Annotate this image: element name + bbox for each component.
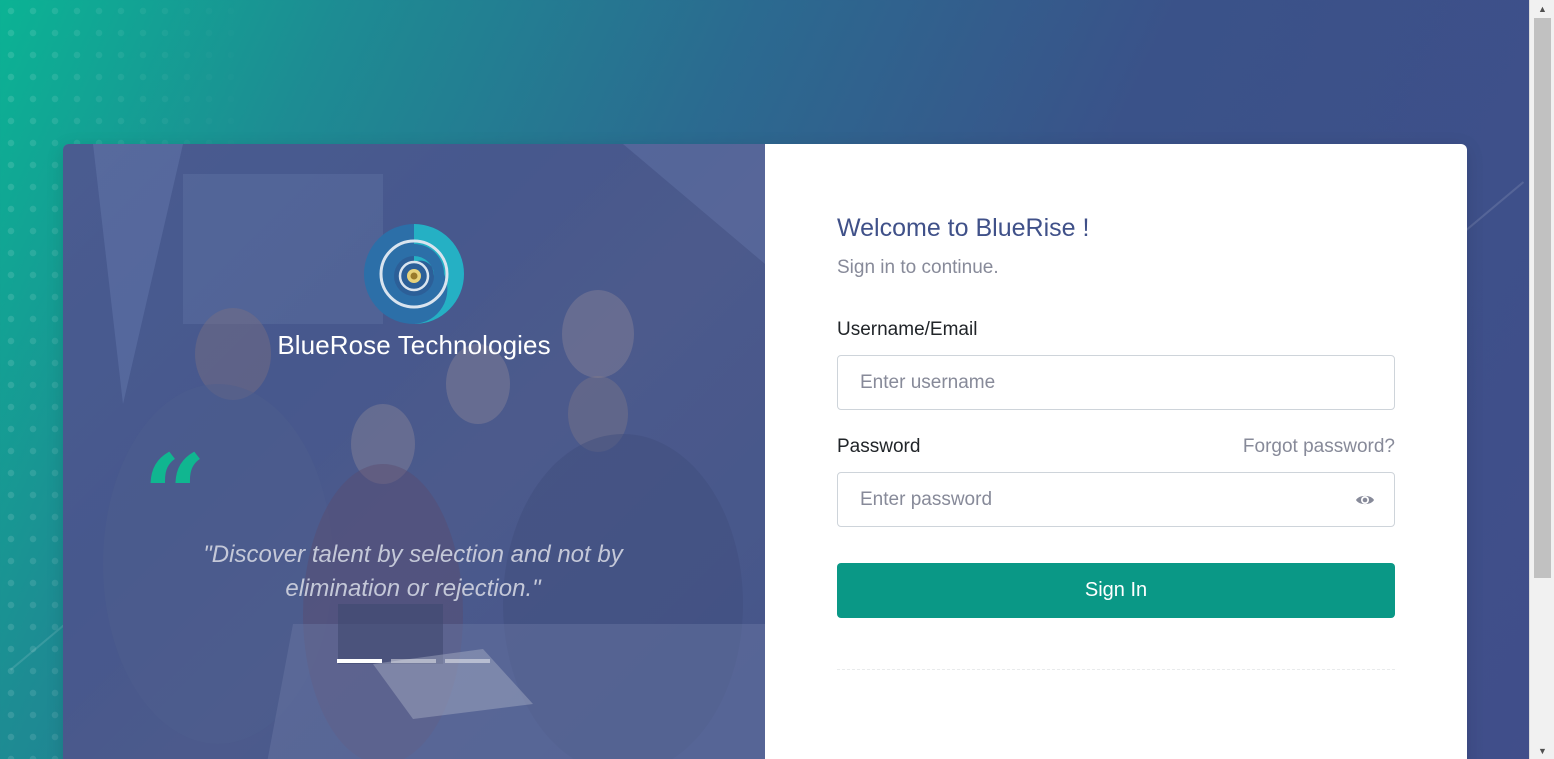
scroll-down-arrow-icon[interactable]: ▼ — [1530, 742, 1554, 759]
branding-panel: BlueRose Technologies “ "Discover talent… — [63, 144, 765, 759]
scroll-up-arrow-icon[interactable]: ▲ — [1530, 0, 1554, 17]
password-label: Password — [837, 436, 921, 457]
password-input[interactable] — [837, 472, 1395, 527]
username-input[interactable] — [837, 355, 1395, 410]
quote-open-icon: “ — [143, 430, 207, 559]
carousel-indicator-2[interactable] — [391, 659, 436, 663]
testimonial-quote: "Discover talent by selection and not by… — [203, 541, 623, 602]
password-label-row: Password Forgot password? — [837, 436, 1395, 458]
page-scrollbar[interactable]: ▲ ▼ — [1529, 0, 1554, 759]
sign-in-button[interactable]: Sign In — [837, 563, 1395, 618]
auth-card: BlueRose Technologies “ "Discover talent… — [63, 144, 1467, 759]
bluerose-swirl-logo-icon — [364, 224, 464, 324]
brand-name: BlueRose Technologies — [277, 330, 551, 360]
forgot-password-link[interactable]: Forgot password? — [1243, 436, 1395, 458]
username-label: Username/Email — [837, 319, 978, 340]
brand-block: BlueRose Technologies — [63, 224, 765, 361]
carousel-indicator-1[interactable] — [337, 659, 382, 663]
eye-icon[interactable] — [1355, 490, 1375, 510]
password-field-wrapper — [837, 472, 1395, 527]
page-title: Welcome to BlueRise ! — [837, 214, 1090, 242]
carousel-indicator-3[interactable] — [445, 659, 490, 663]
scrollbar-thumb[interactable] — [1534, 18, 1551, 578]
login-form: Username/Email Password Forgot password?… — [837, 319, 1395, 618]
form-divider — [837, 669, 1395, 670]
page-subtitle: Sign in to continue. — [837, 257, 999, 278]
carousel-indicators — [337, 659, 490, 663]
login-panel: Welcome to BlueRise ! Sign in to continu… — [765, 144, 1467, 759]
